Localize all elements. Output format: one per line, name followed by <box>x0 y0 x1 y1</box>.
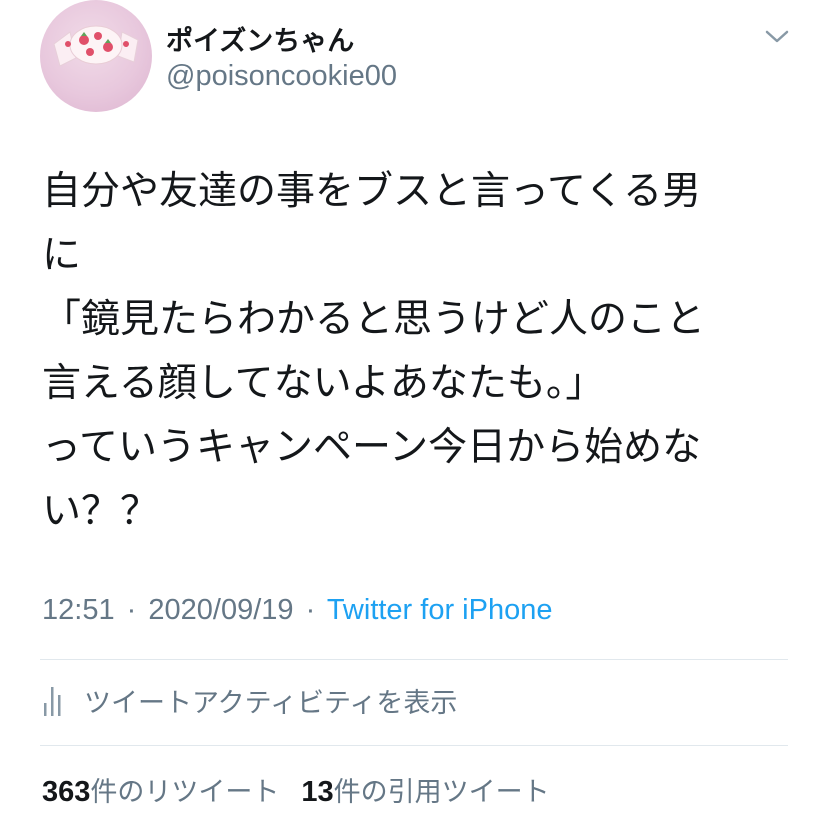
tweet-activity-button[interactable]: ツイートアクティビティを表示 <box>42 680 457 720</box>
avatar[interactable] <box>40 0 152 112</box>
retweets-stat[interactable]: 363件のリツイート <box>42 770 279 809</box>
candy-avatar-icon <box>53 25 139 67</box>
tweet-source-link[interactable]: Twitter for iPhone <box>327 594 553 626</box>
meta-separator: · <box>126 594 137 626</box>
retweet-count: 363 <box>42 776 91 808</box>
quotes-stat[interactable]: 13件の引用ツイート <box>301 770 549 809</box>
tweet-time[interactable]: 12:51 <box>42 594 115 626</box>
bar-chart-icon <box>44 687 61 716</box>
tweet-text: 自分や友達の事をブスと言ってくる男 に 「鏡見たらわかると思うけど人のこと 言え… <box>42 160 802 544</box>
divider <box>40 659 788 660</box>
divider <box>40 745 788 746</box>
tweet-line: っていうキャンペーン今日から始めな <box>42 425 702 470</box>
quote-count: 13 <box>301 776 334 808</box>
handle[interactable]: @poisoncookie00 <box>166 60 397 93</box>
tweet-date[interactable]: 2020/09/19 <box>148 594 293 626</box>
tweet-activity-label: ツイートアクティビティを表示 <box>84 687 458 719</box>
tweet-line: 言える顔してないよあなたも。」 <box>42 361 605 406</box>
tweet-line: 「鏡見たらわかると思うけど人のこと <box>42 297 706 342</box>
display-name[interactable]: ポイズンちゃん <box>166 19 354 58</box>
tweet-line: に <box>42 233 82 278</box>
tweet-line: 自分や友達の事をブスと言ってくる男 <box>42 169 702 214</box>
retweet-label: 件のリツイート <box>90 777 280 808</box>
meta-separator: · <box>305 594 316 626</box>
tweet-stats: 363件のリツイート 13件の引用ツイート <box>42 770 572 809</box>
quote-label: 件の引用ツイート <box>333 777 550 808</box>
tweet-meta: 12:51 · 2020/09/19 · Twitter for iPhone <box>42 594 552 627</box>
tweet-line: い？？ <box>42 489 160 534</box>
chevron-down-icon[interactable] <box>762 24 792 48</box>
